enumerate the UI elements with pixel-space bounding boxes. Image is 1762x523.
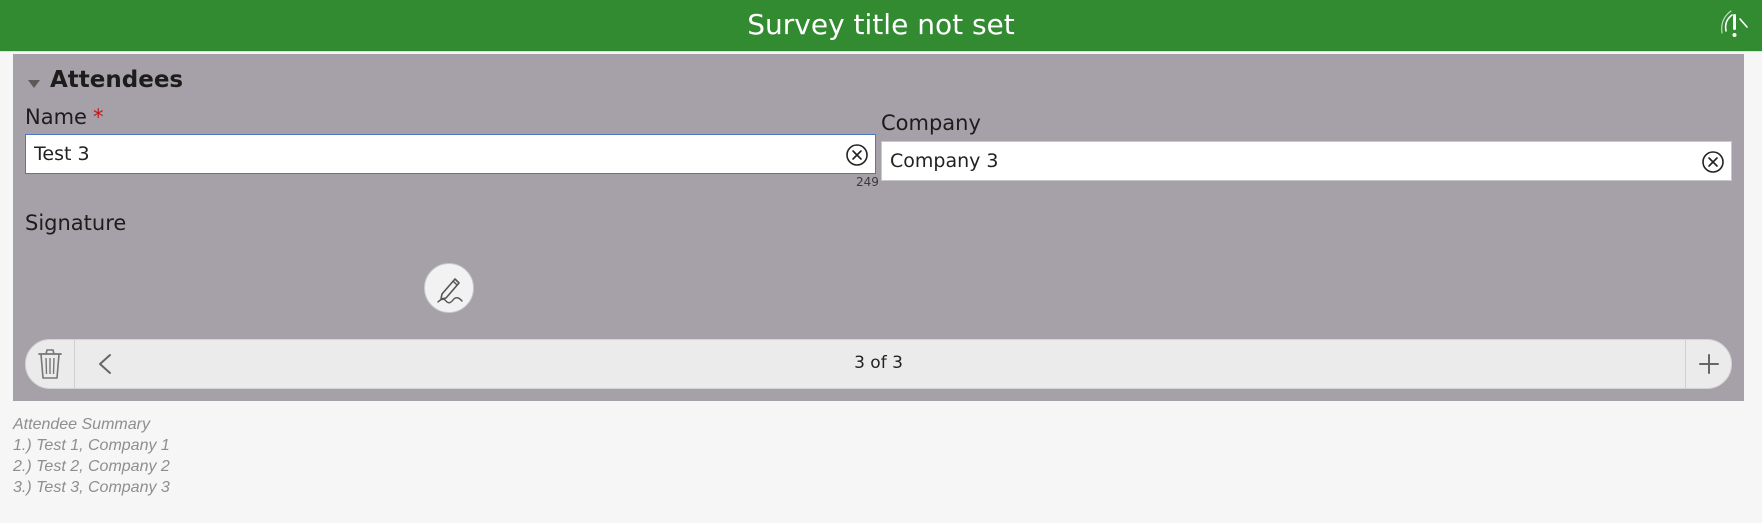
company-label: Company [881, 111, 981, 135]
group-title[interactable]: Attendees [50, 65, 183, 95]
record-position: 3 of 3 [854, 353, 903, 373]
name-field[interactable] [25, 134, 876, 174]
signature-label: Signature [25, 211, 127, 235]
add-record-button[interactable] [1686, 340, 1732, 388]
required-marker: * [92, 105, 104, 129]
summary-title: Attendee Summary [13, 416, 150, 433]
summary-line: 3.) Test 3, Company 3 [13, 479, 170, 496]
clear-icon[interactable] [1701, 150, 1725, 174]
name-input[interactable] [34, 135, 831, 173]
collapse-triangle-icon[interactable] [27, 75, 41, 88]
name-label-text: Name [25, 105, 87, 129]
company-input[interactable] [890, 142, 1687, 180]
company-field[interactable] [881, 141, 1732, 181]
tracking-status-icon[interactable] [1720, 9, 1750, 41]
name-label: Name * [25, 104, 103, 130]
plus-icon [1699, 354, 1719, 374]
signature-pen-icon [437, 278, 463, 304]
app-header: Survey title not set [0, 0, 1762, 52]
repeat-navigation-bar: 3 of 3 [25, 339, 1732, 389]
summary-line: 2.) Test 2, Company 2 [13, 458, 170, 475]
signature-button[interactable] [424, 263, 474, 313]
attendees-group: Attendees Name* 249 Company Signature [13, 54, 1744, 401]
clear-icon[interactable] [845, 143, 869, 167]
attendee-summary: Attendee Summary 1.) Test 1, Company 1 2… [13, 414, 170, 498]
remaining-char-count: 249 [856, 175, 879, 189]
page-title: Survey title not set [747, 8, 1015, 41]
summary-line: 1.) Test 1, Company 1 [13, 437, 170, 454]
